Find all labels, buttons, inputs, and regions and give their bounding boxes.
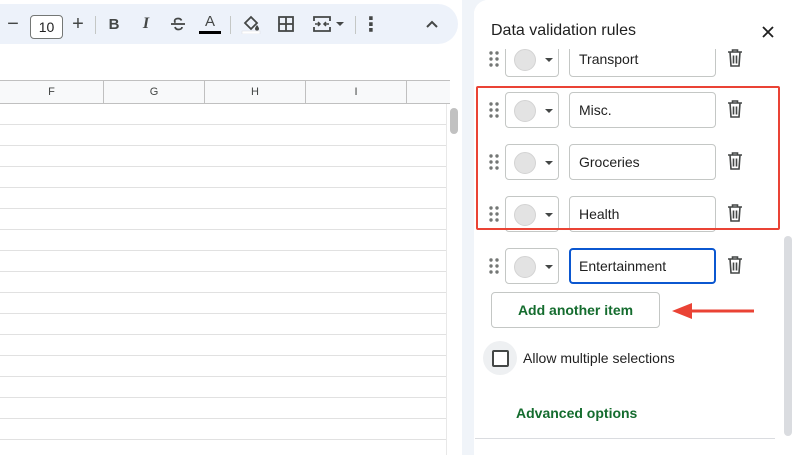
close-icon <box>762 26 774 38</box>
chevron-down-icon <box>545 58 553 62</box>
item-value-input[interactable] <box>569 144 716 180</box>
trash-icon[interactable] <box>727 48 743 68</box>
allow-multiple-selections-label: Allow multiple selections <box>523 350 675 366</box>
list-item <box>474 195 774 233</box>
color-swatch <box>514 204 536 226</box>
panel-scrollbar-thumb[interactable] <box>784 236 792 436</box>
drag-handle-icon[interactable] <box>488 205 500 223</box>
trash-icon[interactable] <box>727 203 743 223</box>
borders-button[interactable] <box>274 4 298 44</box>
sheet-vertical-scrollbar[interactable] <box>446 104 460 455</box>
item-color-picker[interactable] <box>505 92 559 128</box>
column-header-h[interactable]: H <box>205 81 306 103</box>
toolbar-divider <box>355 16 356 34</box>
drag-handle-icon[interactable] <box>488 101 500 119</box>
data-validation-panel: Data validation rules Data validation ru… <box>474 0 809 455</box>
italic-button[interactable]: I <box>134 4 158 44</box>
chevron-up-icon <box>426 20 438 28</box>
collapse-toolbar-button[interactable] <box>420 4 444 44</box>
toolbar-divider <box>230 16 231 34</box>
trash-icon[interactable] <box>727 99 743 119</box>
item-value-input[interactable] <box>569 196 716 232</box>
cell-grid[interactable] <box>0 104 446 455</box>
item-value-input-focused[interactable] <box>569 248 716 284</box>
add-another-item-button[interactable]: Add another item <box>491 292 660 328</box>
item-color-picker[interactable] <box>505 196 559 232</box>
column-header-row: F G H I <box>0 80 450 104</box>
more-options-button[interactable]: ⋮ <box>360 4 382 44</box>
paint-bucket-icon <box>241 15 261 34</box>
chevron-down-icon <box>335 22 344 26</box>
chevron-down-icon <box>545 109 553 113</box>
red-arrow-icon <box>672 303 754 319</box>
trash-icon[interactable] <box>727 255 743 275</box>
panel-divider <box>475 438 775 439</box>
item-value-input[interactable] <box>569 92 716 128</box>
column-header-g[interactable]: G <box>104 81 205 103</box>
chevron-down-icon <box>545 161 553 165</box>
font-size-input[interactable]: 10 <box>30 15 63 39</box>
drag-handle-icon[interactable] <box>488 50 500 68</box>
fill-color-button[interactable] <box>238 4 264 44</box>
strikethrough-icon <box>171 17 185 31</box>
text-color-icon: A <box>204 13 215 30</box>
trash-icon[interactable] <box>727 151 743 171</box>
scrollbar-thumb[interactable] <box>450 108 458 134</box>
item-color-picker[interactable] <box>505 144 559 180</box>
allow-multiple-selections-checkbox[interactable] <box>483 341 517 375</box>
close-panel-button[interactable] <box>758 22 778 42</box>
bold-button[interactable]: B <box>102 4 126 44</box>
list-item <box>474 91 774 129</box>
color-swatch <box>514 100 536 122</box>
app-root: − 10 + B I A ⋮ F G H I Transport Data va… <box>0 0 809 455</box>
drag-handle-icon[interactable] <box>488 257 500 275</box>
strikethrough-button[interactable] <box>166 4 190 44</box>
increase-font-size-button[interactable]: + <box>67 4 89 44</box>
chevron-down-icon <box>545 213 553 217</box>
checkbox-square <box>491 349 509 367</box>
chevron-down-icon <box>545 265 553 269</box>
spreadsheet-area: − 10 + B I A ⋮ F G H I <box>0 0 462 455</box>
text-color-button[interactable]: A <box>198 4 222 44</box>
toolbar-divider <box>95 16 96 34</box>
borders-icon <box>278 16 294 32</box>
toolbar: − 10 + B I A ⋮ <box>0 4 458 44</box>
text-color-swatch <box>199 31 221 34</box>
list-item <box>474 247 774 285</box>
color-swatch <box>514 49 536 71</box>
item-color-picker[interactable] <box>505 248 559 284</box>
color-swatch <box>514 152 536 174</box>
color-swatch <box>514 256 536 278</box>
formula-bar-area <box>0 44 462 80</box>
merge-cells-button[interactable] <box>308 4 348 44</box>
drag-handle-icon[interactable] <box>488 153 500 171</box>
allow-multiple-selections-row: Allow multiple selections <box>483 341 703 375</box>
decrease-font-size-button[interactable]: − <box>2 4 24 44</box>
column-header-f[interactable]: F <box>0 81 104 103</box>
panel-title: Data validation rules <box>491 22 636 39</box>
merge-cells-icon <box>312 16 331 32</box>
advanced-options-link[interactable]: Advanced options <box>516 405 637 421</box>
list-item <box>474 143 774 181</box>
column-header-i[interactable]: I <box>306 81 407 103</box>
